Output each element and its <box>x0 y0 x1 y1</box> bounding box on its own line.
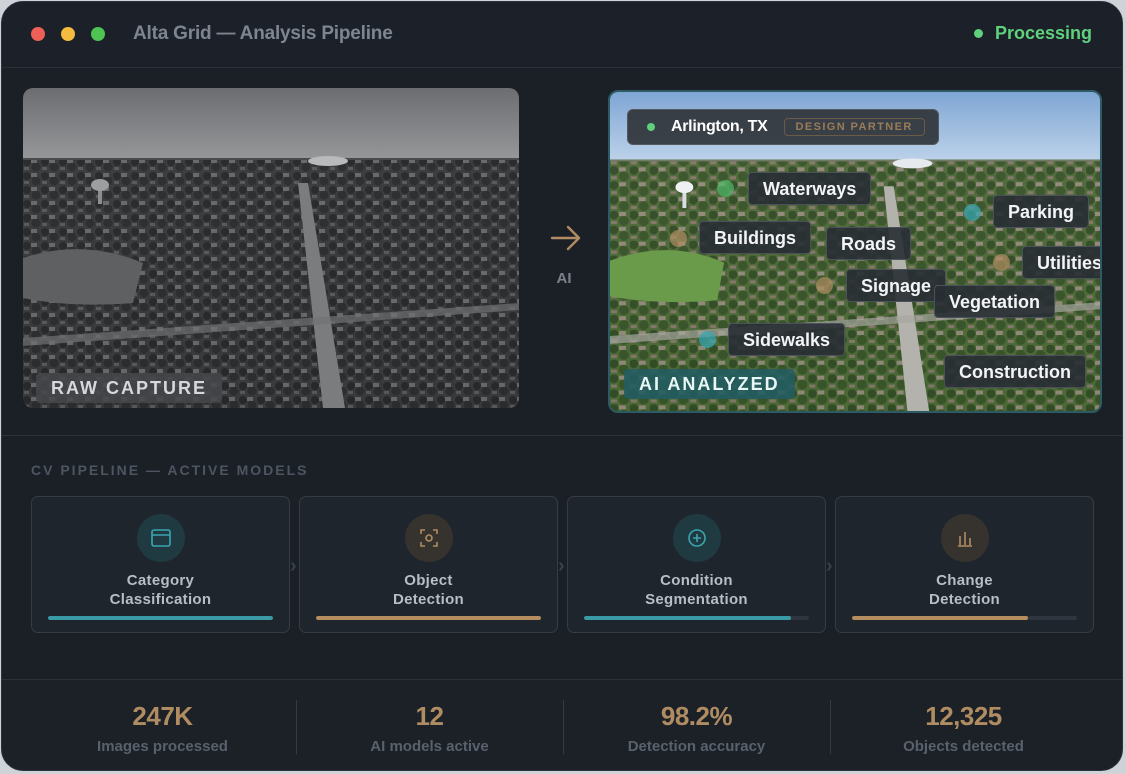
location-badge: Arlington, TX DESIGN PARTNER <box>627 109 939 145</box>
detection-tag-signage[interactable]: Signage <box>846 269 947 302</box>
pipeline-section-title: CV PIPELINE — ACTIVE MODELS <box>31 462 309 478</box>
ai-transform-arrow: AI <box>542 220 586 290</box>
detection-tag-parking[interactable]: Parking <box>993 195 1090 228</box>
section-divider <box>2 435 1122 436</box>
stat-value: 247K <box>132 701 193 731</box>
model-progress-fill <box>852 616 1028 620</box>
model-name: Change Detection <box>836 571 1093 609</box>
model-name-line1: Object <box>404 572 453 589</box>
stat-label: Images processed <box>97 738 228 755</box>
stat-label: AI models active <box>370 738 489 755</box>
stat-label: Detection accuracy <box>627 738 766 755</box>
processing-status: Processing <box>973 23 1092 44</box>
parking-marker-icon <box>964 204 981 221</box>
arrow-label: AI <box>556 270 572 287</box>
location-name: Arlington, TX <box>671 118 768 135</box>
signage-marker-icon <box>816 277 833 294</box>
stat-objects-detected: 12,325 Objects detected <box>830 680 1097 755</box>
model-progress-bar <box>584 616 809 620</box>
model-progress-fill <box>48 616 273 620</box>
stats-bar: 247K Images processed 12 AI models activ… <box>2 680 1122 770</box>
model-name-line2: Classification <box>109 591 212 608</box>
model-card-change-detection[interactable]: Change Detection <box>835 496 1094 633</box>
detection-tag-waterways[interactable]: Waterways <box>748 172 872 205</box>
model-progress-bar <box>316 616 541 620</box>
model-card-condition-segmentation[interactable]: Condition Segmentation <box>567 496 826 633</box>
model-name-line1: Change <box>936 572 993 589</box>
minimize-window-button[interactable] <box>61 27 75 41</box>
app-window: Alta Grid — Analysis Pipeline Processing <box>1 1 1123 771</box>
layout-icon <box>137 514 185 562</box>
location-dot-icon <box>647 123 655 131</box>
window-title: Alta Grid — Analysis Pipeline <box>133 23 393 44</box>
model-name: Object Detection <box>300 571 557 609</box>
stat-value: 12 <box>415 701 444 731</box>
stat-images-processed: 247K Images processed <box>29 680 296 755</box>
stat-models-active: 12 AI models active <box>296 680 563 755</box>
focus-target-icon <box>405 514 453 562</box>
plus-circle-icon <box>673 514 721 562</box>
title-bar: Alta Grid — Analysis Pipeline Processing <box>2 2 1122 68</box>
model-progress-fill <box>584 616 791 620</box>
model-progress-bar <box>48 616 273 620</box>
stat-label: Objects detected <box>903 738 1024 755</box>
model-name: Category Classification <box>32 571 289 609</box>
status-dot-icon <box>973 29 983 38</box>
detection-tag-construction[interactable]: Construction <box>944 355 1086 388</box>
model-progress-fill <box>316 616 541 620</box>
model-name-line1: Category <box>126 572 195 589</box>
sidewalks-marker-icon <box>699 331 716 348</box>
model-name-line2: Detection <box>392 591 465 608</box>
stat-value: 12,325 <box>925 701 1002 731</box>
model-name-line2: Detection <box>928 591 1001 608</box>
ai-analyzed-image: Arlington, TX DESIGN PARTNER Waterways B… <box>608 90 1102 413</box>
waterways-marker-icon <box>717 180 734 197</box>
detection-tag-roads[interactable]: Roads <box>826 227 912 260</box>
detection-tag-utilities[interactable]: Utilities <box>1022 246 1100 279</box>
raw-capture-image: RAW CAPTURE <box>23 88 519 408</box>
buildings-marker-icon <box>670 230 687 247</box>
status-label: Processing <box>994 23 1092 43</box>
model-name-line1: Condition <box>660 572 733 589</box>
detection-tag-vegetation[interactable]: Vegetation <box>934 285 1056 318</box>
model-progress-bar <box>852 616 1077 620</box>
model-card-category-classification[interactable]: Category Classification <box>31 496 290 633</box>
close-window-button[interactable] <box>31 27 45 41</box>
raw-capture-label: RAW CAPTURE <box>36 373 222 403</box>
stat-detection-accuracy: 98.2% Detection accuracy <box>563 680 830 755</box>
model-name: Condition Segmentation <box>568 571 825 609</box>
maximize-window-button[interactable] <box>91 27 105 41</box>
utilities-marker-icon <box>993 254 1010 271</box>
bar-chart-icon <box>941 514 989 562</box>
stat-value: 98.2% <box>660 701 733 731</box>
raw-aerial-photo <box>23 88 519 408</box>
detection-tag-buildings[interactable]: Buildings <box>699 221 811 254</box>
design-partner-tag: DESIGN PARTNER <box>783 118 925 136</box>
arrow-right-icon <box>550 225 581 251</box>
ai-analyzed-label: AI ANALYZED <box>624 369 795 399</box>
model-name-line2: Segmentation <box>645 591 748 608</box>
detection-tag-sidewalks[interactable]: Sidewalks <box>728 323 846 356</box>
model-card-object-detection[interactable]: Object Detection <box>299 496 558 633</box>
